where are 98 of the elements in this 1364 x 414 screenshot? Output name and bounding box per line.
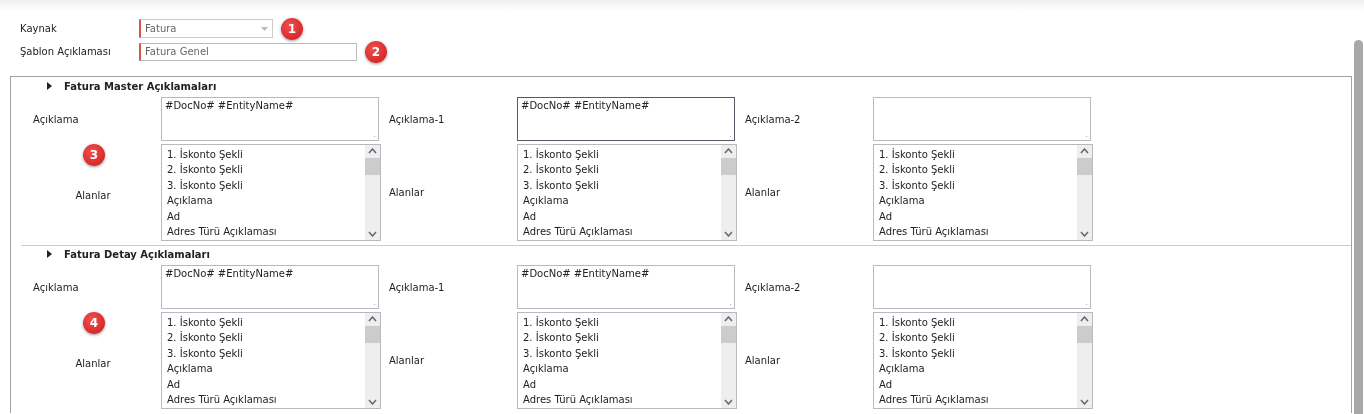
list-item[interactable]: Ad [523,376,716,393]
list-item[interactable]: 1. İskonto Şekli [523,315,716,331]
list-item[interactable]: 1. İskonto Şekli [879,315,1072,331]
scrollbar[interactable] [721,313,736,408]
list-item[interactable]: 2. İskonto Şekli [523,162,716,178]
list-item[interactable]: Açıklama [523,193,716,209]
list-item[interactable]: Ad [523,208,716,225]
step-badge: 3 [83,144,105,166]
description-textarea[interactable]: #DocNo# #EntityName# [517,265,735,309]
list-item[interactable]: 3. İskonto Şekli [523,345,716,362]
field-label: Açıklama-2 [745,281,802,293]
list-item[interactable]: 2. İskonto Şekli [879,162,1072,178]
list-item[interactable]: Adres Türü Açıklaması [167,224,360,240]
field-label: Alanlar [389,355,426,366]
list-item[interactable]: Açıklama [167,361,360,377]
step-badge: 2 [365,40,387,63]
fields-listbox[interactable]: 1. İskonto Şekli 2. İskonto Şekli 3. İskonto Şekli Açıklama Ad Adres Türü Açıklaması [517,312,737,409]
section-title: Fatura Detay Açıklamaları [64,248,210,260]
scroll-thumb[interactable] [1077,158,1092,175]
step-badge: 4 [83,312,105,334]
list-item[interactable]: 3. İskonto Şekli [167,345,360,362]
description-textarea[interactable]: #DocNo# #EntityName# [161,97,379,141]
list-item[interactable]: Ad [879,208,1072,225]
page-scrollbar[interactable] [1354,40,1363,414]
list-item[interactable]: 1. İskonto Şekli [879,147,1072,163]
list-item[interactable]: Ad [167,208,360,225]
field-label: Açıklama-1 [389,281,446,293]
field-label: Alanlar [745,187,782,198]
scroll-down-icon[interactable] [1080,231,1089,237]
scrollbar[interactable] [1077,313,1092,408]
section-title: Fatura Master Açıklamaları [64,80,217,92]
list-item[interactable]: 2. İskonto Şekli [879,330,1072,346]
scroll-thumb[interactable] [721,326,736,343]
scroll-up-icon[interactable] [724,148,733,154]
scroll-thumb[interactable] [365,326,380,343]
list-item[interactable]: Adres Türü Açıklaması [167,392,360,408]
field-label: Alanlar [75,190,111,201]
list-item[interactable]: Adres Türü Açıklaması [879,224,1072,240]
list-item[interactable]: Ad [879,376,1072,393]
list-item[interactable]: Ad [167,376,360,393]
scroll-down-icon[interactable] [1080,399,1089,405]
field-label: Açıklama [33,113,80,125]
list-item[interactable]: 1. İskonto Şekli [167,315,360,331]
list-item[interactable]: Açıklama [167,193,360,209]
list-item[interactable]: 1. İskonto Şekli [167,147,360,163]
list-item[interactable]: 3. İskonto Şekli [523,177,716,194]
field-label: Kaynak [20,23,58,34]
fields-listbox[interactable]: 1. İskonto Şekli 2. İskonto Şekli 3. İskonto Şekli Açıklama Ad Adres Türü Açıklaması [161,144,381,241]
list-item[interactable]: 3. İskonto Şekli [879,345,1072,362]
scroll-up-icon[interactable] [368,316,377,322]
scroll-thumb[interactable] [1077,326,1092,343]
scroll-down-icon[interactable] [368,399,377,405]
scroll-up-icon[interactable] [724,316,733,322]
field-label: Açıklama [33,281,80,293]
fields-listbox[interactable]: 1. İskonto Şekli 2. İskonto Şekli 3. İskonto Şekli Açıklama Ad Adres Türü Açıklaması [873,312,1093,409]
fields-listbox[interactable]: 1. İskonto Şekli 2. İskonto Şekli 3. İskonto Şekli Açıklama Ad Adres Türü Açıklaması [161,312,381,409]
list-item[interactable]: Açıklama [879,361,1072,377]
list-item[interactable]: 3. İskonto Şekli [879,177,1072,194]
list-item[interactable]: 2. İskonto Şekli [167,162,360,178]
list-item[interactable]: 1. İskonto Şekli [523,147,716,163]
fields-listbox[interactable]: 1. İskonto Şekli 2. İskonto Şekli 3. İskonto Şekli Açıklama Ad Adres Türü Açıklaması [517,144,737,241]
list-item[interactable]: Adres Türü Açıklaması [523,224,716,240]
dropdown-caret-icon [261,26,268,31]
list-item[interactable]: Açıklama [879,193,1072,209]
field-label: Açıklama-2 [745,113,802,125]
scroll-up-icon[interactable] [368,148,377,154]
expand-arrow-icon[interactable] [47,250,52,258]
list-item[interactable]: Adres Türü Açıklaması [523,392,716,408]
field-label: Açıklama-1 [389,113,446,125]
scroll-up-icon[interactable] [1080,316,1089,322]
scrollbar[interactable] [365,145,380,240]
scrollbar[interactable] [721,145,736,240]
scroll-down-icon[interactable] [368,231,377,237]
expand-arrow-icon[interactable] [47,82,52,90]
field-label: Alanlar [75,358,111,369]
scroll-down-icon[interactable] [724,399,733,405]
step-badge: 1 [281,17,303,40]
scroll-up-icon[interactable] [1080,148,1089,154]
scrollbar[interactable] [365,313,380,408]
scroll-down-icon[interactable] [724,231,733,237]
fields-listbox[interactable]: 1. İskonto Şekli 2. İskonto Şekli 3. İskonto Şekli Açıklama Ad Adres Türü Açıklaması [873,144,1093,241]
list-item[interactable]: Adres Türü Açıklaması [879,392,1072,408]
template-input[interactable]: Fatura Genel [139,42,357,61]
scrollbar[interactable] [1077,145,1092,240]
description-textarea[interactable]: #DocNo# #EntityName# [161,265,379,309]
description-textarea[interactable]: #DocNo# #EntityName# [517,97,735,141]
field-label: Alanlar [389,187,426,198]
scroll-thumb[interactable] [365,158,380,175]
list-item[interactable]: 2. İskonto Şekli [167,330,360,346]
description-textarea[interactable] [873,265,1091,309]
description-textarea[interactable] [873,97,1091,141]
field-label: Alanlar [745,355,782,366]
list-item[interactable]: 3. İskonto Şekli [167,177,360,194]
list-item[interactable]: Açıklama [523,361,716,377]
list-item[interactable]: 2. İskonto Şekli [523,330,716,346]
source-dropdown[interactable]: Fatura [139,19,273,38]
field-label: Şablon Açıklaması [20,46,112,57]
scroll-thumb[interactable] [721,158,736,175]
